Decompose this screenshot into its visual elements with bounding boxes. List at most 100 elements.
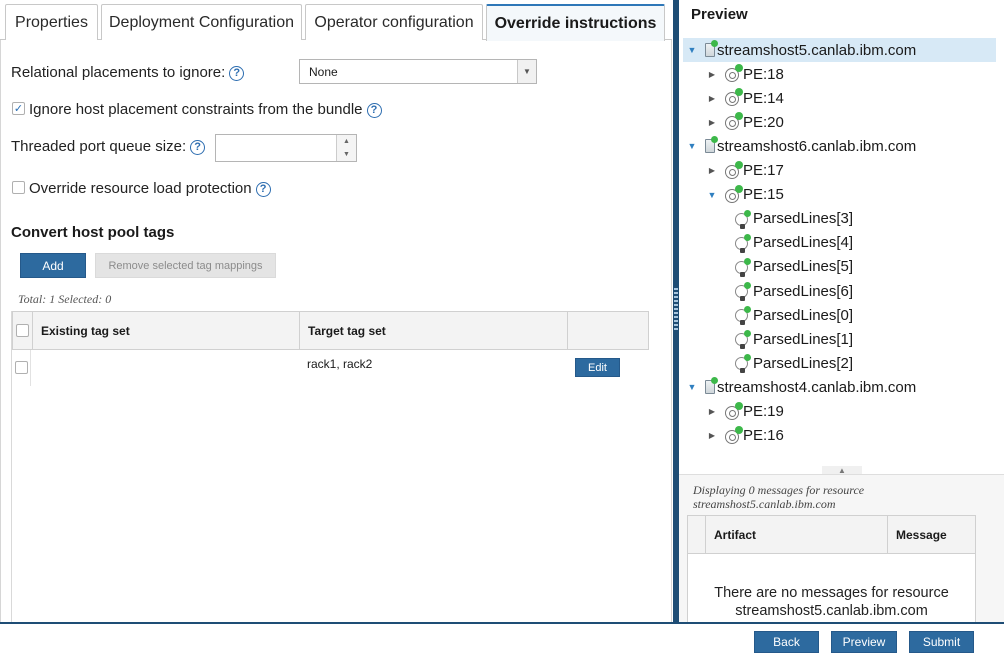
tree-node-pe[interactable]: ▶ PE:17 bbox=[683, 159, 996, 183]
tree-node-pe[interactable]: ▼ PE:15 bbox=[683, 183, 996, 207]
threaded-port-stepper[interactable]: ▲ ▼ bbox=[215, 134, 357, 162]
tree-node-label: streamshost5.canlab.ibm.com bbox=[717, 41, 917, 59]
help-icon[interactable]: ? bbox=[366, 102, 382, 118]
tab-deployment-configuration[interactable]: Deployment Configuration bbox=[101, 4, 302, 40]
tree-node-host[interactable]: ▼ streamshost5.canlab.ibm.com bbox=[683, 38, 996, 62]
tree-node-op[interactable]: ParsedLines[6] bbox=[683, 279, 996, 303]
relational-placements-label: Relational placements to ignore: bbox=[11, 64, 226, 81]
tree-node-op[interactable]: ParsedLines[5] bbox=[683, 255, 996, 279]
collapse-arrow-icon[interactable]: ▶ bbox=[707, 94, 717, 103]
tree-node-pe[interactable]: ▶ PE:18 bbox=[683, 62, 996, 86]
tree-node-host[interactable]: ▼ streamshost4.canlab.ibm.com bbox=[683, 375, 996, 399]
tree-node-pe[interactable]: ▶ PE:20 bbox=[683, 110, 996, 134]
select-all-checkbox[interactable] bbox=[16, 324, 29, 337]
stepper-up-icon[interactable]: ▲ bbox=[337, 135, 356, 148]
no-messages-text: There are no messages for resource strea… bbox=[714, 585, 949, 619]
tree-node-op[interactable]: ParsedLines[1] bbox=[683, 327, 996, 351]
override-load-label: Override resource load protection bbox=[29, 180, 252, 197]
override-content: Relational placements to ignore:? None ▼… bbox=[0, 40, 672, 622]
ignore-host-label: Ignore host placement constraints from t… bbox=[29, 101, 363, 118]
ignore-host-checkbox[interactable]: ✓ bbox=[12, 102, 25, 115]
tree-node-pe[interactable]: ▶ PE:14 bbox=[683, 86, 996, 110]
tree-node-host[interactable]: ▼ streamshost6.canlab.ibm.com bbox=[683, 134, 996, 158]
operator-icon bbox=[735, 306, 751, 326]
preview-tree: ▼ streamshost5.canlab.ibm.com ▶ PE:18 ▶ PE:14… bbox=[683, 38, 996, 468]
tree-node-label: PE:16 bbox=[743, 427, 784, 445]
operator-icon bbox=[735, 330, 751, 350]
expand-arrow-icon[interactable]: ▼ bbox=[687, 141, 697, 151]
tree-node-label: PE:15 bbox=[743, 186, 784, 204]
tree-node-op[interactable]: ParsedLines[3] bbox=[683, 207, 996, 231]
help-icon[interactable]: ? bbox=[229, 65, 245, 81]
pe-icon bbox=[725, 160, 743, 179]
add-button[interactable]: Add bbox=[20, 253, 86, 278]
tag-mapping-table: Existing tag set Target tag set rack1, r… bbox=[11, 311, 649, 622]
column-target-tag-set[interactable]: Target tag set bbox=[300, 312, 568, 349]
pe-icon bbox=[725, 64, 743, 83]
splitter-grip-icon[interactable] bbox=[674, 288, 678, 332]
chevron-down-icon[interactable]: ▼ bbox=[517, 60, 536, 83]
tree-node-pe[interactable]: ▶ PE:16 bbox=[683, 424, 996, 448]
messages-panel: Displaying 0 messages for resource strea… bbox=[679, 474, 1004, 623]
preview-button[interactable]: Preview bbox=[831, 631, 897, 653]
pe-icon bbox=[725, 88, 743, 107]
tab-properties[interactable]: Properties bbox=[5, 4, 98, 40]
host-icon bbox=[705, 136, 718, 154]
stepper-down-icon[interactable]: ▼ bbox=[337, 148, 356, 161]
dialog-footer: Back Preview Submit bbox=[0, 622, 1004, 659]
threaded-port-row: Threaded port queue size:? bbox=[11, 138, 206, 155]
back-button[interactable]: Back bbox=[754, 631, 819, 653]
tree-node-label: ParsedLines[6] bbox=[753, 282, 854, 300]
submit-button[interactable]: Submit bbox=[909, 631, 974, 653]
messages-header: Artifact Message bbox=[688, 516, 975, 554]
tree-node-op[interactable]: ParsedLines[4] bbox=[683, 231, 996, 255]
collapse-arrow-icon[interactable]: ▶ bbox=[707, 118, 717, 127]
override-load-checkbox[interactable] bbox=[12, 181, 25, 194]
row-checkbox[interactable] bbox=[15, 361, 28, 374]
tree-node-pe[interactable]: ▶ PE:19 bbox=[683, 400, 996, 424]
pe-icon bbox=[725, 112, 743, 131]
relational-placements-row: Relational placements to ignore:? bbox=[11, 64, 245, 81]
tree-node-op[interactable]: ParsedLines[0] bbox=[683, 303, 996, 327]
expand-arrow-icon[interactable]: ▼ bbox=[687, 45, 697, 55]
tab-bar: Properties Deployment Configuration Oper… bbox=[0, 0, 672, 41]
messages-summary: Displaying 0 messages for resource strea… bbox=[693, 483, 865, 511]
tree-node-label: PE:19 bbox=[743, 403, 784, 420]
table-row[interactable]: rack1, rack2 Edit bbox=[12, 350, 649, 386]
messages-select-col bbox=[688, 516, 705, 554]
expand-arrow-icon[interactable]: ▼ bbox=[707, 190, 717, 200]
tree-node-label: streamshost6.canlab.ibm.com bbox=[717, 137, 917, 155]
table-header: Existing tag set Target tag set bbox=[12, 311, 649, 350]
collapse-arrow-icon[interactable]: ▶ bbox=[707, 70, 717, 79]
expand-arrow-icon[interactable]: ▼ bbox=[687, 382, 697, 392]
tree-node-label: streamshost4.canlab.ibm.com bbox=[717, 378, 917, 396]
tab-operator-configuration[interactable]: Operator configuration bbox=[305, 4, 483, 40]
help-icon[interactable]: ? bbox=[190, 139, 206, 155]
collapse-arrow-icon[interactable]: ▶ bbox=[707, 166, 717, 175]
threaded-port-label: Threaded port queue size: bbox=[11, 138, 187, 155]
edit-button[interactable]: Edit bbox=[575, 358, 620, 377]
help-icon[interactable]: ? bbox=[255, 181, 271, 197]
tree-node-op[interactable]: ParsedLines[2] bbox=[683, 351, 996, 375]
preview-title: Preview bbox=[691, 6, 748, 23]
ignore-host-row: Ignore host placement constraints from t… bbox=[29, 101, 382, 118]
column-message[interactable]: Message bbox=[887, 516, 975, 554]
pe-icon bbox=[725, 184, 743, 203]
collapse-arrow-icon[interactable]: ▶ bbox=[707, 407, 717, 416]
tab-override-instructions[interactable]: Override instructions bbox=[486, 4, 665, 41]
column-artifact[interactable]: Artifact bbox=[705, 516, 887, 554]
override-load-row: Override resource load protection? bbox=[29, 180, 271, 197]
column-existing-tag-set[interactable]: Existing tag set bbox=[33, 312, 300, 349]
operator-icon bbox=[735, 354, 751, 374]
tree-node-label: PE:18 bbox=[743, 65, 784, 83]
stepper-buttons: ▲ ▼ bbox=[336, 135, 356, 161]
collapse-arrow-icon[interactable]: ▶ bbox=[707, 431, 717, 440]
override-panel: Properties Deployment Configuration Oper… bbox=[0, 0, 672, 622]
deployment-dialog: Properties Deployment Configuration Oper… bbox=[0, 0, 1004, 659]
operator-icon bbox=[735, 282, 751, 301]
relational-placements-select[interactable]: None ▼ bbox=[299, 59, 537, 84]
row-select-cell bbox=[12, 350, 31, 386]
total-selected-text: Total: 1 Selected: 0 bbox=[18, 292, 112, 306]
operator-icon bbox=[735, 257, 751, 277]
column-actions bbox=[568, 312, 648, 349]
